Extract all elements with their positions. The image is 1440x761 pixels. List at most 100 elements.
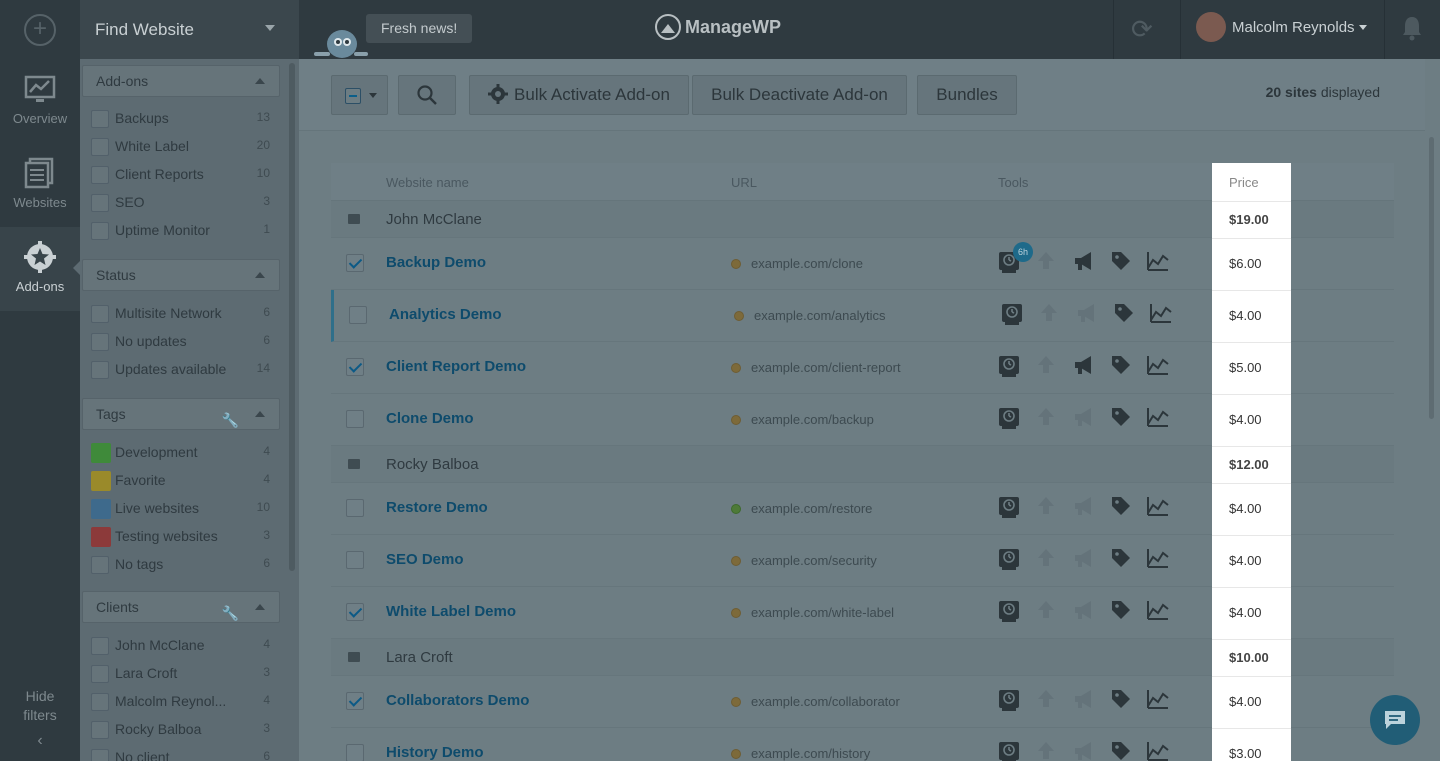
- site-name-link[interactable]: SEO Demo: [386, 551, 464, 568]
- filter-group-header[interactable]: Tags 🔧: [82, 398, 280, 430]
- update-arrow-icon[interactable]: [1036, 740, 1056, 761]
- site-url[interactable]: example.com/backup: [751, 412, 874, 427]
- checkbox[interactable]: [91, 637, 109, 655]
- content-scrollbar[interactable]: [1429, 137, 1434, 419]
- backup-icon[interactable]: [998, 547, 1020, 571]
- update-arrow-icon[interactable]: [1036, 495, 1056, 517]
- bulk-activate-button[interactable]: Bulk Activate Add-on: [469, 75, 689, 115]
- tag-icon[interactable]: [1110, 250, 1132, 272]
- tag-color-swatch[interactable]: [91, 527, 111, 547]
- update-arrow-icon[interactable]: [1039, 302, 1059, 324]
- site-url[interactable]: example.com/client-report: [751, 360, 901, 375]
- filter-item[interactable]: John McClane 4: [82, 631, 282, 659]
- site-name-link[interactable]: Clone Demo: [386, 410, 474, 427]
- managewp-logo[interactable]: ManageWP: [655, 14, 781, 40]
- select-all-dropdown[interactable]: [331, 75, 388, 115]
- filter-group-header[interactable]: Clients 🔧: [82, 591, 280, 623]
- checkbox[interactable]: [91, 166, 109, 184]
- filter-item[interactable]: Backups 13: [82, 104, 282, 132]
- filter-item[interactable]: Uptime Monitor 1: [82, 216, 282, 244]
- chevron-up-icon[interactable]: [255, 604, 265, 610]
- filter-item[interactable]: No tags 6: [82, 550, 282, 578]
- site-url[interactable]: example.com/collaborator: [751, 694, 900, 709]
- chat-button[interactable]: [1370, 695, 1420, 745]
- analytics-icon[interactable]: [1146, 547, 1170, 569]
- filter-item[interactable]: Client Reports 10: [82, 160, 282, 188]
- filter-item[interactable]: Malcolm Reynol... 4: [82, 687, 282, 715]
- add-website-button[interactable]: +: [0, 0, 80, 59]
- checkbox[interactable]: [91, 305, 109, 323]
- backup-icon[interactable]: [1001, 302, 1023, 326]
- backup-icon[interactable]: [998, 599, 1020, 623]
- backup-icon[interactable]: [998, 688, 1020, 712]
- nav-addons[interactable]: Add-ons: [0, 227, 80, 311]
- tag-color-swatch[interactable]: [91, 499, 111, 519]
- site-url[interactable]: example.com/white-label: [751, 605, 894, 620]
- tag-icon[interactable]: [1110, 406, 1132, 428]
- checkbox[interactable]: [91, 110, 109, 128]
- site-name-link[interactable]: Backup Demo: [386, 254, 486, 271]
- update-arrow-icon[interactable]: [1036, 354, 1056, 376]
- megaphone-icon[interactable]: [1075, 302, 1099, 324]
- wrench-icon[interactable]: 🔧: [222, 405, 239, 435]
- col-url[interactable]: URL: [731, 175, 757, 190]
- update-arrow-icon[interactable]: [1036, 406, 1056, 428]
- fresh-news-button[interactable]: Fresh news!: [366, 14, 473, 43]
- analytics-icon[interactable]: [1146, 406, 1170, 428]
- tag-icon[interactable]: [1110, 495, 1132, 517]
- row-checkbox[interactable]: [346, 692, 364, 710]
- row-checkbox[interactable]: [346, 603, 364, 621]
- nav-overview[interactable]: Overview: [0, 59, 80, 143]
- site-name-link[interactable]: Collaborators Demo: [386, 692, 529, 709]
- nav-websites[interactable]: Websites: [0, 143, 80, 227]
- bulk-deactivate-button[interactable]: Bulk Deactivate Add-on: [692, 75, 907, 115]
- checkbox[interactable]: [91, 138, 109, 156]
- filter-item[interactable]: Lara Croft 3: [82, 659, 282, 687]
- checkbox[interactable]: [91, 749, 109, 761]
- update-arrow-icon[interactable]: [1036, 547, 1056, 569]
- chevron-up-icon[interactable]: [255, 78, 265, 84]
- site-name-link[interactable]: History Demo: [386, 744, 484, 761]
- filter-item[interactable]: Development 4: [82, 438, 282, 466]
- wrench-icon[interactable]: 🔧: [222, 598, 239, 628]
- megaphone-icon[interactable]: [1072, 495, 1096, 517]
- filter-item[interactable]: White Label 20: [82, 132, 282, 160]
- tag-color-swatch[interactable]: [91, 443, 111, 463]
- backup-icon[interactable]: [998, 354, 1020, 378]
- site-name-link[interactable]: Client Report Demo: [386, 358, 526, 375]
- tag-color-swatch[interactable]: [91, 471, 111, 491]
- site-name-link[interactable]: Analytics Demo: [389, 306, 502, 323]
- filter-item[interactable]: No updates 6: [82, 327, 282, 355]
- backup-icon[interactable]: [998, 495, 1020, 519]
- tag-icon[interactable]: [1110, 547, 1132, 569]
- megaphone-icon[interactable]: [1072, 354, 1096, 376]
- site-name-link[interactable]: Restore Demo: [386, 499, 488, 516]
- checkbox[interactable]: [91, 665, 109, 683]
- filter-item[interactable]: Rocky Balboa 3: [82, 715, 282, 743]
- megaphone-icon[interactable]: [1072, 250, 1096, 272]
- search-button[interactable]: [398, 75, 456, 115]
- site-url[interactable]: example.com/security: [751, 553, 877, 568]
- filter-item[interactable]: No client 6: [82, 743, 282, 761]
- user-menu[interactable]: Malcolm Reynolds: [1196, 12, 1367, 42]
- site-name-link[interactable]: White Label Demo: [386, 603, 516, 620]
- row-checkbox[interactable]: [346, 551, 364, 569]
- megaphone-icon[interactable]: [1072, 740, 1096, 761]
- find-website-dropdown[interactable]: Find Website: [80, 0, 299, 59]
- filter-item[interactable]: Favorite 4: [82, 466, 282, 494]
- analytics-icon[interactable]: [1149, 302, 1173, 324]
- site-url[interactable]: example.com/history: [751, 746, 870, 761]
- row-checkbox[interactable]: [346, 358, 364, 376]
- site-url[interactable]: example.com/analytics: [754, 308, 886, 323]
- megaphone-icon[interactable]: [1072, 547, 1096, 569]
- refresh-icon[interactable]: ⟳: [1131, 14, 1153, 45]
- filter-item[interactable]: SEO 3: [82, 188, 282, 216]
- analytics-icon[interactable]: [1146, 495, 1170, 517]
- checkbox[interactable]: [91, 222, 109, 240]
- site-url[interactable]: example.com/clone: [751, 256, 863, 271]
- filter-scrollbar[interactable]: [289, 63, 295, 571]
- update-arrow-icon[interactable]: [1036, 250, 1056, 272]
- tag-icon[interactable]: [1110, 354, 1132, 376]
- analytics-icon[interactable]: [1146, 354, 1170, 376]
- analytics-icon[interactable]: [1146, 740, 1170, 761]
